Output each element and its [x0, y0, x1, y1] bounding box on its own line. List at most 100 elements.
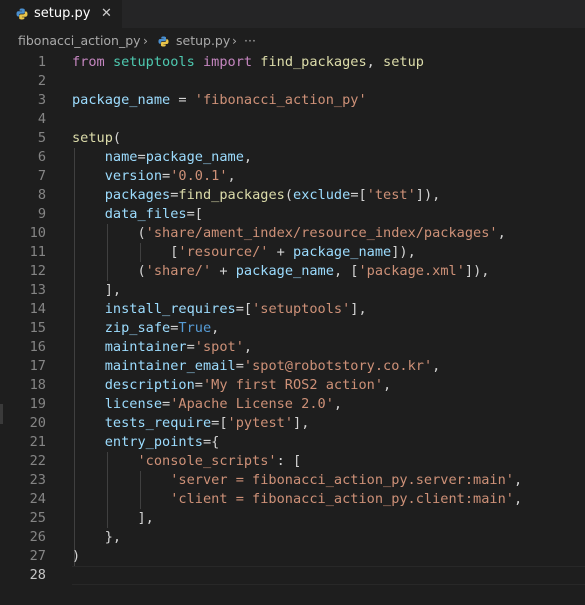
code-token: 'Apache License 2.0' — [170, 396, 334, 412]
code-line[interactable]: 8 packages=find_packages(exclude=['test'… — [0, 186, 585, 205]
code-text: version='0.0.1', — [72, 167, 236, 186]
code-token: maintainer — [104, 339, 187, 355]
code-text: entry_points={ — [72, 433, 220, 452]
code-token: ( — [112, 130, 122, 146]
code-line[interactable]: 25 ], — [0, 509, 585, 528]
code-text: 'server = fibonacci_action_py.server:mai… — [72, 471, 522, 490]
code-token: description — [104, 377, 195, 393]
breadcrumb-more[interactable]: ··· — [244, 33, 256, 48]
code-text: tests_require=['pytest'], — [72, 414, 310, 433]
code-line[interactable]: 26 }, — [0, 528, 585, 547]
breadcrumb-file[interactable]: setup.py — [176, 33, 230, 48]
code-line[interactable]: 11 ['resource/' + package_name]), — [0, 243, 585, 262]
code-line[interactable]: 28 — [0, 566, 585, 585]
code-token: =[ — [186, 206, 203, 222]
code-token: ]), — [391, 244, 416, 260]
code-line[interactable]: 15 zip_safe=True, — [0, 319, 585, 338]
code-token: license — [104, 396, 163, 412]
code-line[interactable]: 21 entry_points={ — [0, 433, 585, 452]
code-line[interactable]: 14 install_requires=['setuptools'], — [0, 300, 585, 319]
code-line[interactable]: 18 description='My first ROS2 action', — [0, 376, 585, 395]
code-line[interactable]: 4 — [0, 110, 585, 129]
code-token: , — [383, 377, 392, 393]
code-token: name — [104, 149, 138, 165]
code-token: 'share/ament_index/resource_index/packag… — [145, 225, 498, 241]
code-text: ], — [72, 281, 121, 300]
code-token: 'setuptools' — [252, 301, 351, 317]
code-line[interactable]: 22 'console_scripts': [ — [0, 452, 585, 471]
code-token: 'package.xml' — [358, 263, 465, 279]
code-token: , — [513, 472, 523, 488]
code-token: + — [211, 263, 236, 279]
code-token: packages — [104, 187, 171, 203]
line-number: 9 — [37, 206, 46, 222]
code-line[interactable]: 10 ('share/ament_index/resource_index/pa… — [0, 224, 585, 243]
line-number: 13 — [29, 282, 46, 298]
code-line[interactable]: 19 license='Apache License 2.0', — [0, 395, 585, 414]
line-number: 26 — [29, 529, 46, 545]
code-token: import — [202, 54, 253, 70]
python-file-icon — [16, 8, 28, 20]
code-line[interactable]: 2 — [0, 72, 585, 91]
chevron-right-icon: › — [232, 33, 237, 48]
code-text: ('share/ament_index/resource_index/packa… — [72, 224, 505, 243]
code-token: + — [268, 244, 293, 260]
code-token: =[ — [350, 187, 367, 203]
close-icon[interactable]: ✕ — [101, 5, 112, 23]
code-token: = — [186, 339, 195, 355]
code-line[interactable]: 12 ('share/' + package_name, ['package.x… — [0, 262, 585, 281]
code-token: find_packages — [260, 54, 367, 70]
code-token: , — [366, 54, 384, 70]
code-line[interactable]: 17 maintainer_email='spot@robotstory.co.… — [0, 357, 585, 376]
code-line[interactable]: 1 from setuptools import find_packages, s… — [0, 53, 585, 72]
code-token: data_files — [104, 206, 187, 222]
code-token: = — [162, 168, 171, 184]
code-token: find_packages — [178, 187, 285, 203]
line-number: 14 — [29, 301, 46, 317]
line-number: 8 — [37, 187, 46, 203]
code-token: , — [243, 149, 253, 165]
chevron-right-icon: › — [143, 33, 148, 48]
code-token: setup — [72, 130, 113, 146]
line-number: 18 — [29, 377, 46, 393]
code-token: ( — [72, 225, 146, 241]
code-line[interactable]: 9 data_files=[ — [0, 205, 585, 224]
code-line[interactable]: 24 'client = fibonacci_action_py.client:… — [0, 490, 585, 509]
code-line[interactable]: 16 maintainer='spot', — [0, 338, 585, 357]
code-token: version — [104, 168, 163, 184]
breadcrumb-folder[interactable]: fibonacci_action_py — [18, 33, 141, 48]
breadcrumb: fibonacci_action_py › setup.py › ··· — [0, 30, 585, 52]
code-token: 'console_scripts' — [137, 453, 277, 469]
code-line[interactable]: 23 'server = fibonacci_action_py.server:… — [0, 471, 585, 490]
line-number: 21 — [29, 434, 46, 450]
code-token: 'spot@robotstory.co.kr' — [243, 358, 433, 374]
code-line[interactable]: 3 package_name = 'fibonacci_action_py' — [0, 91, 585, 110]
line-number: 28 — [29, 567, 46, 583]
tab-setup-py[interactable]: setup.py ✕ — [0, 0, 122, 28]
code-token: , — [333, 396, 343, 412]
line-number: 20 — [29, 415, 46, 431]
code-line[interactable]: 27) — [0, 547, 585, 566]
code-token: package_name — [145, 149, 244, 165]
code-line[interactable]: 5 setup( — [0, 129, 585, 148]
line-number: 1 — [37, 54, 46, 70]
code-token: ], — [350, 301, 367, 317]
code-line[interactable]: 20 tests_require=['pytest'], — [0, 414, 585, 433]
code-text: packages=find_packages(exclude=['test'])… — [72, 186, 441, 205]
line-number: 19 — [29, 396, 46, 412]
code-line[interactable]: 6 name=package_name, — [0, 148, 585, 167]
code-token: ]), — [415, 187, 441, 203]
code-editor[interactable]: 1 from setuptools import find_packages, s… — [0, 53, 585, 605]
code-text: maintainer='spot', — [72, 338, 252, 357]
code-line[interactable]: 7 version='0.0.1', — [0, 167, 585, 186]
python-file-icon — [158, 36, 169, 47]
code-line[interactable]: 13 ], — [0, 281, 585, 300]
code-text: ) — [72, 547, 80, 566]
code-token: , [ — [333, 263, 359, 279]
